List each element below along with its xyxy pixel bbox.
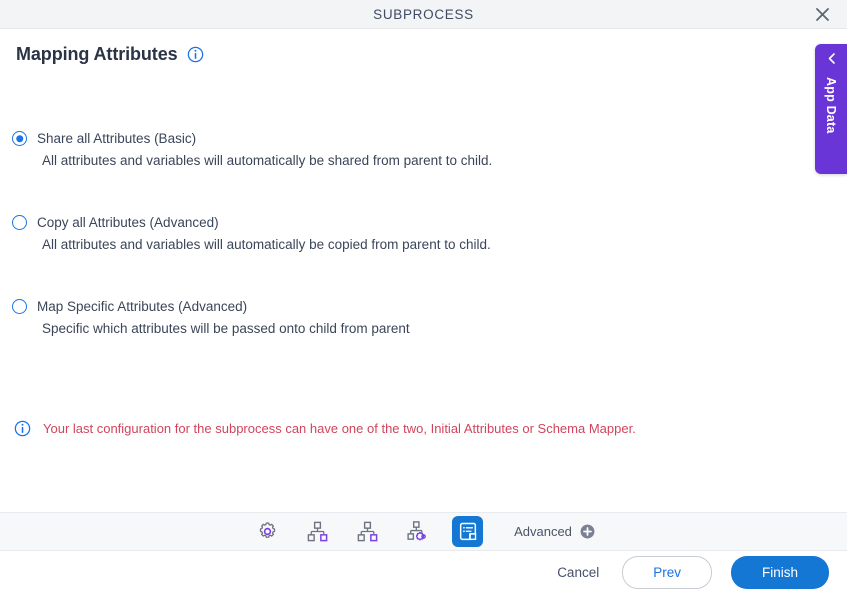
option-map-specific-description: Specific which attributes will be passed… bbox=[42, 321, 410, 336]
option-copy-all-head[interactable]: Copy all Attributes (Advanced) bbox=[12, 215, 712, 230]
toolbar-hierarchy-alt-button[interactable] bbox=[352, 516, 383, 547]
chevron-left-icon bbox=[826, 52, 837, 67]
option-map-specific-label: Map Specific Attributes (Advanced) bbox=[37, 299, 248, 314]
dialog-titlebar: SUBPROCESS bbox=[0, 0, 847, 29]
configuration-notice: Your last configuration for the subproce… bbox=[14, 420, 636, 437]
option-copy-all-label: Copy all Attributes (Advanced) bbox=[37, 215, 219, 230]
prev-button[interactable]: Prev bbox=[622, 556, 712, 589]
toolbar-hierarchy-settings-button[interactable] bbox=[402, 516, 433, 547]
dialog-title: SUBPROCESS bbox=[373, 6, 474, 22]
cancel-button[interactable]: Cancel bbox=[553, 559, 603, 586]
page-title-row: Mapping Attributes bbox=[16, 44, 204, 65]
option-map-specific[interactable]: Map Specific Attributes (Advanced) Speci… bbox=[12, 299, 712, 336]
option-map-specific-head[interactable]: Map Specific Attributes (Advanced) bbox=[12, 299, 712, 314]
form-list-icon bbox=[457, 521, 479, 543]
page-title: Mapping Attributes bbox=[16, 44, 178, 64]
option-share-all[interactable]: Share all Attributes (Basic) All attribu… bbox=[12, 131, 712, 168]
hierarchy-alt-icon bbox=[356, 520, 379, 543]
hierarchy-icon bbox=[306, 520, 329, 543]
app-data-label: App Data bbox=[824, 77, 838, 134]
configuration-notice-text: Your last configuration for the subproce… bbox=[43, 421, 636, 436]
info-circle-icon bbox=[14, 420, 31, 437]
radio-map-specific[interactable] bbox=[12, 299, 27, 314]
toolbar-form-list-button[interactable] bbox=[452, 516, 484, 547]
wizard-step-toolbar: Advanced bbox=[0, 512, 847, 551]
advanced-toggle[interactable]: Advanced bbox=[514, 524, 595, 539]
option-copy-all[interactable]: Copy all Attributes (Advanced) All attri… bbox=[12, 215, 712, 252]
mapping-options-group: Share all Attributes (Basic) All attribu… bbox=[12, 131, 712, 358]
subprocess-dialog: SUBPROCESS Mapping Attributes App Data S… bbox=[0, 0, 847, 594]
close-icon[interactable] bbox=[811, 3, 833, 25]
info-circle-icon[interactable] bbox=[187, 46, 204, 63]
app-data-panel-tab[interactable]: App Data bbox=[815, 44, 847, 174]
option-share-all-head[interactable]: Share all Attributes (Basic) bbox=[12, 131, 712, 146]
gear-icon bbox=[256, 520, 279, 543]
radio-copy-all[interactable] bbox=[12, 215, 27, 230]
option-share-all-label: Share all Attributes (Basic) bbox=[37, 131, 197, 146]
option-share-all-description: All attributes and variables will automa… bbox=[42, 153, 493, 168]
option-copy-all-description: All attributes and variables will automa… bbox=[42, 237, 491, 252]
toolbar-gear-button[interactable] bbox=[252, 516, 283, 547]
finish-button[interactable]: Finish bbox=[730, 556, 829, 589]
toolbar-hierarchy-button[interactable] bbox=[302, 516, 333, 547]
plus-circle-icon[interactable] bbox=[580, 524, 595, 539]
advanced-label: Advanced bbox=[514, 524, 572, 539]
hierarchy-settings-icon bbox=[406, 520, 429, 543]
dialog-footer: Cancel Prev Finish bbox=[0, 551, 847, 594]
radio-share-all[interactable] bbox=[12, 131, 27, 146]
